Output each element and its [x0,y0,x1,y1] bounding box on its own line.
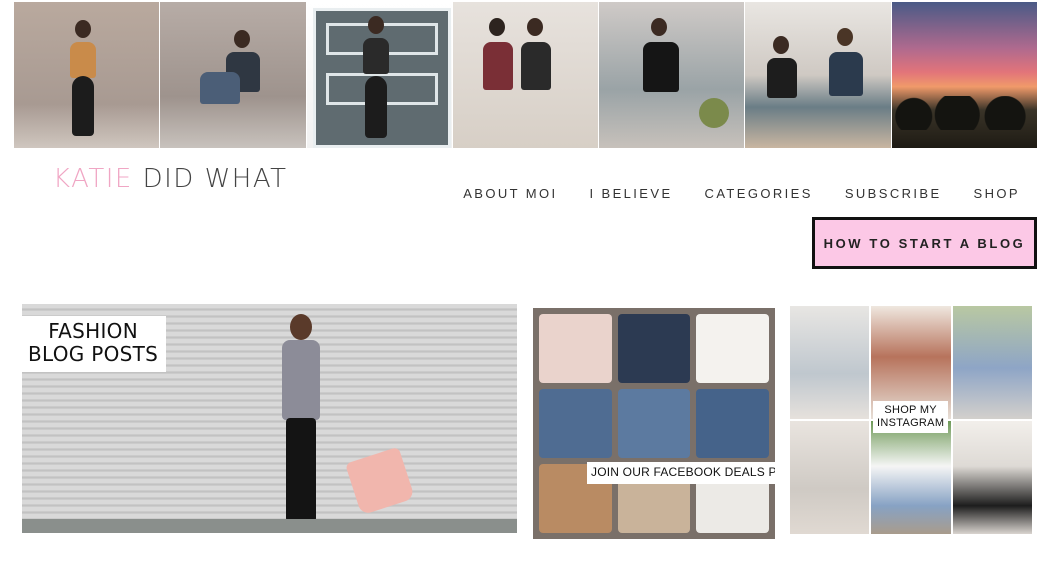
facebook-tile-label: JOIN OUR FACEBOOK DEALS PAGE [587,462,775,484]
tile-photo-handbag [345,446,415,516]
photo-figure-legs [72,76,94,136]
instagram-label-line-2: INSTAGRAM [877,417,945,430]
site-logo[interactable]: KATIE DID WHAT [53,164,288,194]
instagram-label-line-1: SHOP MY [884,404,937,416]
photo-figure-head [488,18,505,36]
page: KATIE DID WHAT ABOUT MOI I BELIEVE CATEG… [0,0,1047,572]
collage-photo-3 [952,306,1032,419]
photo-plant [699,98,730,128]
nav-item-shop[interactable]: SHOP [942,186,1020,201]
woman-legs [286,418,316,519]
photo-figure-2-head [837,28,854,46]
photo-figure [482,42,513,90]
instagram-photo-5[interactable] [599,2,745,148]
photo-figure-head [234,30,251,48]
main-navigation: ABOUT MOI I BELIEVE CATEGORIES SUBSCRIBE… [463,186,1020,201]
instagram-photo-6[interactable] [745,2,891,148]
photo-figure-legs [364,76,387,138]
photo-figure-head [367,16,384,34]
flatlay-navy-top [617,314,691,383]
logo-main-text: DID WHAT [142,164,288,194]
photo-figure-2 [520,42,551,90]
photo-figure-head [773,36,790,54]
shop-my-instagram-tile[interactable]: SHOP MY INSTAGRAM [790,306,1032,534]
nav-item-i-believe[interactable]: I BELIEVE [558,186,673,201]
photo-figure [362,38,389,74]
photo-figure-2 [829,52,864,96]
photo-figure-head [75,20,91,38]
fashion-blog-posts-tile[interactable]: FASHION BLOG POSTS [22,304,517,533]
photo-figure [643,42,680,92]
nav-item-about-moi[interactable]: ABOUT MOI [463,186,557,201]
instagram-photo-strip [14,2,1037,148]
how-to-start-a-blog-button[interactable]: HOW TO START A BLOG [812,217,1037,269]
instagram-photo-3[interactable] [306,2,452,148]
photo-figure-2-head [526,18,543,36]
flatlay-denim-shorts-2 [617,389,691,458]
photo-figure-head [651,18,668,36]
woman-jacket [282,340,320,420]
photo-tree-silhouettes [891,96,1037,130]
instagram-photo-1[interactable] [14,2,160,148]
logo-accent-text: KATIE [53,164,133,194]
collage-photo-5 [871,421,951,534]
flatlay-denim-shorts-3 [696,389,769,458]
flatlay-pink-top [539,314,612,383]
instagram-tile-label: SHOP MY INSTAGRAM [873,401,949,434]
nav-item-subscribe[interactable]: SUBSCRIBE [813,186,942,201]
fashion-tile-label: FASHION BLOG POSTS [22,316,167,372]
collage-photo-1 [790,306,870,419]
nav-item-categories[interactable]: CATEGORIES [673,186,813,201]
photo-child [200,72,241,104]
tile-photo-woman [272,314,342,519]
woman-head [290,314,312,340]
collage-photo-4 [790,421,870,534]
photo-figure [70,42,96,78]
photo-figure [767,58,798,98]
flatlay-denim-shorts-1 [539,389,612,458]
facebook-deals-tile[interactable]: JOIN OUR FACEBOOK DEALS PAGE [533,308,775,539]
fashion-label-line-1: FASHION [48,319,138,343]
flatlay-photo [533,308,775,539]
collage-photo-6 [952,421,1032,534]
instagram-photo-2[interactable] [160,2,306,148]
fashion-label-line-2: BLOG POSTS [28,342,159,366]
flatlay-white-top [696,314,769,383]
instagram-photo-4[interactable] [452,2,599,148]
instagram-photo-7[interactable] [891,2,1037,148]
